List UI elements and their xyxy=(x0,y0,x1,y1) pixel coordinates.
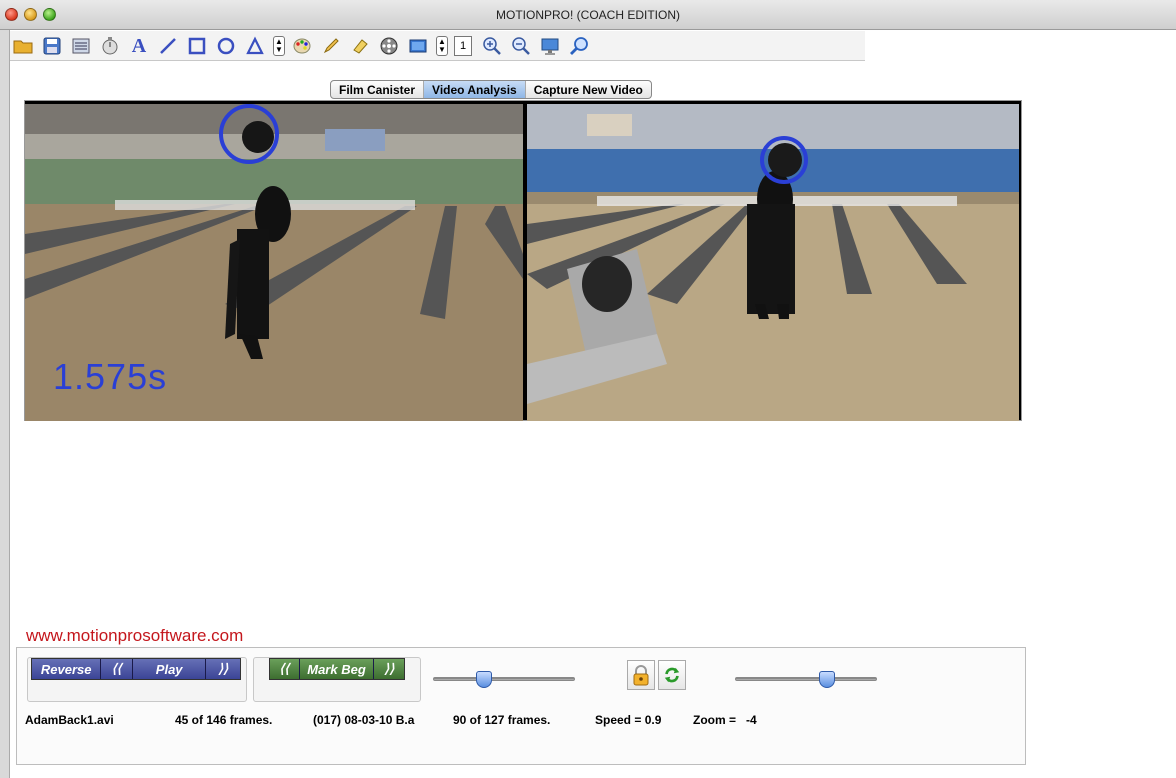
website-link[interactable]: www.motionprosoftware.com xyxy=(26,626,243,646)
previous-mark-button[interactable]: ⟨⟨ xyxy=(270,659,300,679)
left-video-frame-count: 45 of 146 frames. xyxy=(175,713,273,727)
right-video-frame-count: 90 of 127 frames. xyxy=(453,713,551,727)
line-tool-icon[interactable] xyxy=(157,35,179,57)
play-button[interactable]: Play xyxy=(133,659,207,679)
color-palette-icon[interactable] xyxy=(291,35,313,57)
next-mark-button[interactable]: ⟩⟩ xyxy=(374,659,404,679)
zoom-in-icon[interactable] xyxy=(481,35,503,57)
left-video-filename: AdamBack1.avi xyxy=(25,713,114,727)
line-style-stepper[interactable]: ▲ ▼ xyxy=(273,35,285,56)
previous-frame-button[interactable]: ⟨⟨ xyxy=(101,659,134,679)
line-width-value[interactable]: 1 xyxy=(454,35,472,56)
line-width-stepper[interactable]: ▲ ▼ xyxy=(436,35,448,56)
stopwatch-icon[interactable] xyxy=(99,35,121,57)
mark-begin-button[interactable]: Mark Beg xyxy=(299,659,375,679)
slider-track xyxy=(735,677,877,681)
zoom-out-icon[interactable] xyxy=(510,35,532,57)
tab-video-analysis[interactable]: Video Analysis xyxy=(424,81,526,98)
video-comparison-frame: 1.575s xyxy=(24,100,1022,421)
right-video-player[interactable] xyxy=(527,104,1019,421)
monitor-icon[interactable] xyxy=(539,35,561,57)
triangle-tool-icon[interactable] xyxy=(244,35,266,57)
mark-buttons: ⟨⟨ Mark Beg ⟩⟩ xyxy=(269,658,405,680)
video-frame-icon[interactable] xyxy=(407,35,429,57)
rectangle-tool-icon[interactable] xyxy=(186,35,208,57)
next-frame-button[interactable]: ⟩⟩ xyxy=(206,659,240,679)
view-tabs: Film Canister Video Analysis Capture New… xyxy=(330,80,652,99)
lock-icon xyxy=(633,665,649,686)
right-video-filename: (017) 08-03-10 B.a xyxy=(313,713,415,727)
slider-track xyxy=(433,677,575,681)
film-list-icon[interactable] xyxy=(70,35,92,57)
slider-thumb[interactable] xyxy=(476,671,492,688)
toolbar: A ▲ ▼ ▲ ▼ 1 xyxy=(10,31,865,61)
left-video-player[interactable]: 1.575s xyxy=(25,104,523,421)
left-video-slider[interactable] xyxy=(433,671,575,688)
playback-buttons: Reverse ⟨⟨ Play ⟩⟩ xyxy=(31,658,241,680)
speed-readout: Speed = 0.9 xyxy=(595,713,662,727)
right-video-slider[interactable] xyxy=(735,671,877,688)
bowling-video-right xyxy=(527,104,1019,421)
refresh-icon xyxy=(664,667,680,683)
tab-film-canister[interactable]: Film Canister xyxy=(331,81,425,98)
text-tool-icon[interactable]: A xyxy=(128,35,150,57)
refresh-button[interactable] xyxy=(658,660,686,690)
save-icon[interactable] xyxy=(41,35,63,57)
eraser-icon[interactable] xyxy=(349,35,371,57)
reverse-button[interactable]: Reverse xyxy=(32,659,102,679)
search-icon[interactable] xyxy=(568,35,590,57)
elapsed-time-label: 1.575s xyxy=(53,356,168,397)
reel-icon[interactable] xyxy=(378,35,400,57)
open-folder-icon[interactable] xyxy=(12,35,34,57)
zoom-readout: Zoom = -4 xyxy=(693,713,757,727)
slider-thumb[interactable] xyxy=(819,671,835,688)
window-title: MOTIONPRO! (COACH EDITION) xyxy=(496,8,680,22)
title-bar: MOTIONPRO! (COACH EDITION) xyxy=(0,0,1176,30)
playback-control-panel: Reverse ⟨⟨ Play ⟩⟩ ⟨⟨ Mark Beg ⟩⟩ AdamBa… xyxy=(16,647,1026,765)
window-edge xyxy=(0,30,10,778)
circle-tool-icon[interactable] xyxy=(215,35,237,57)
pencil-icon[interactable] xyxy=(320,35,342,57)
tab-capture-new-video[interactable]: Capture New Video xyxy=(526,81,651,98)
lock-sync-button[interactable] xyxy=(627,660,655,690)
